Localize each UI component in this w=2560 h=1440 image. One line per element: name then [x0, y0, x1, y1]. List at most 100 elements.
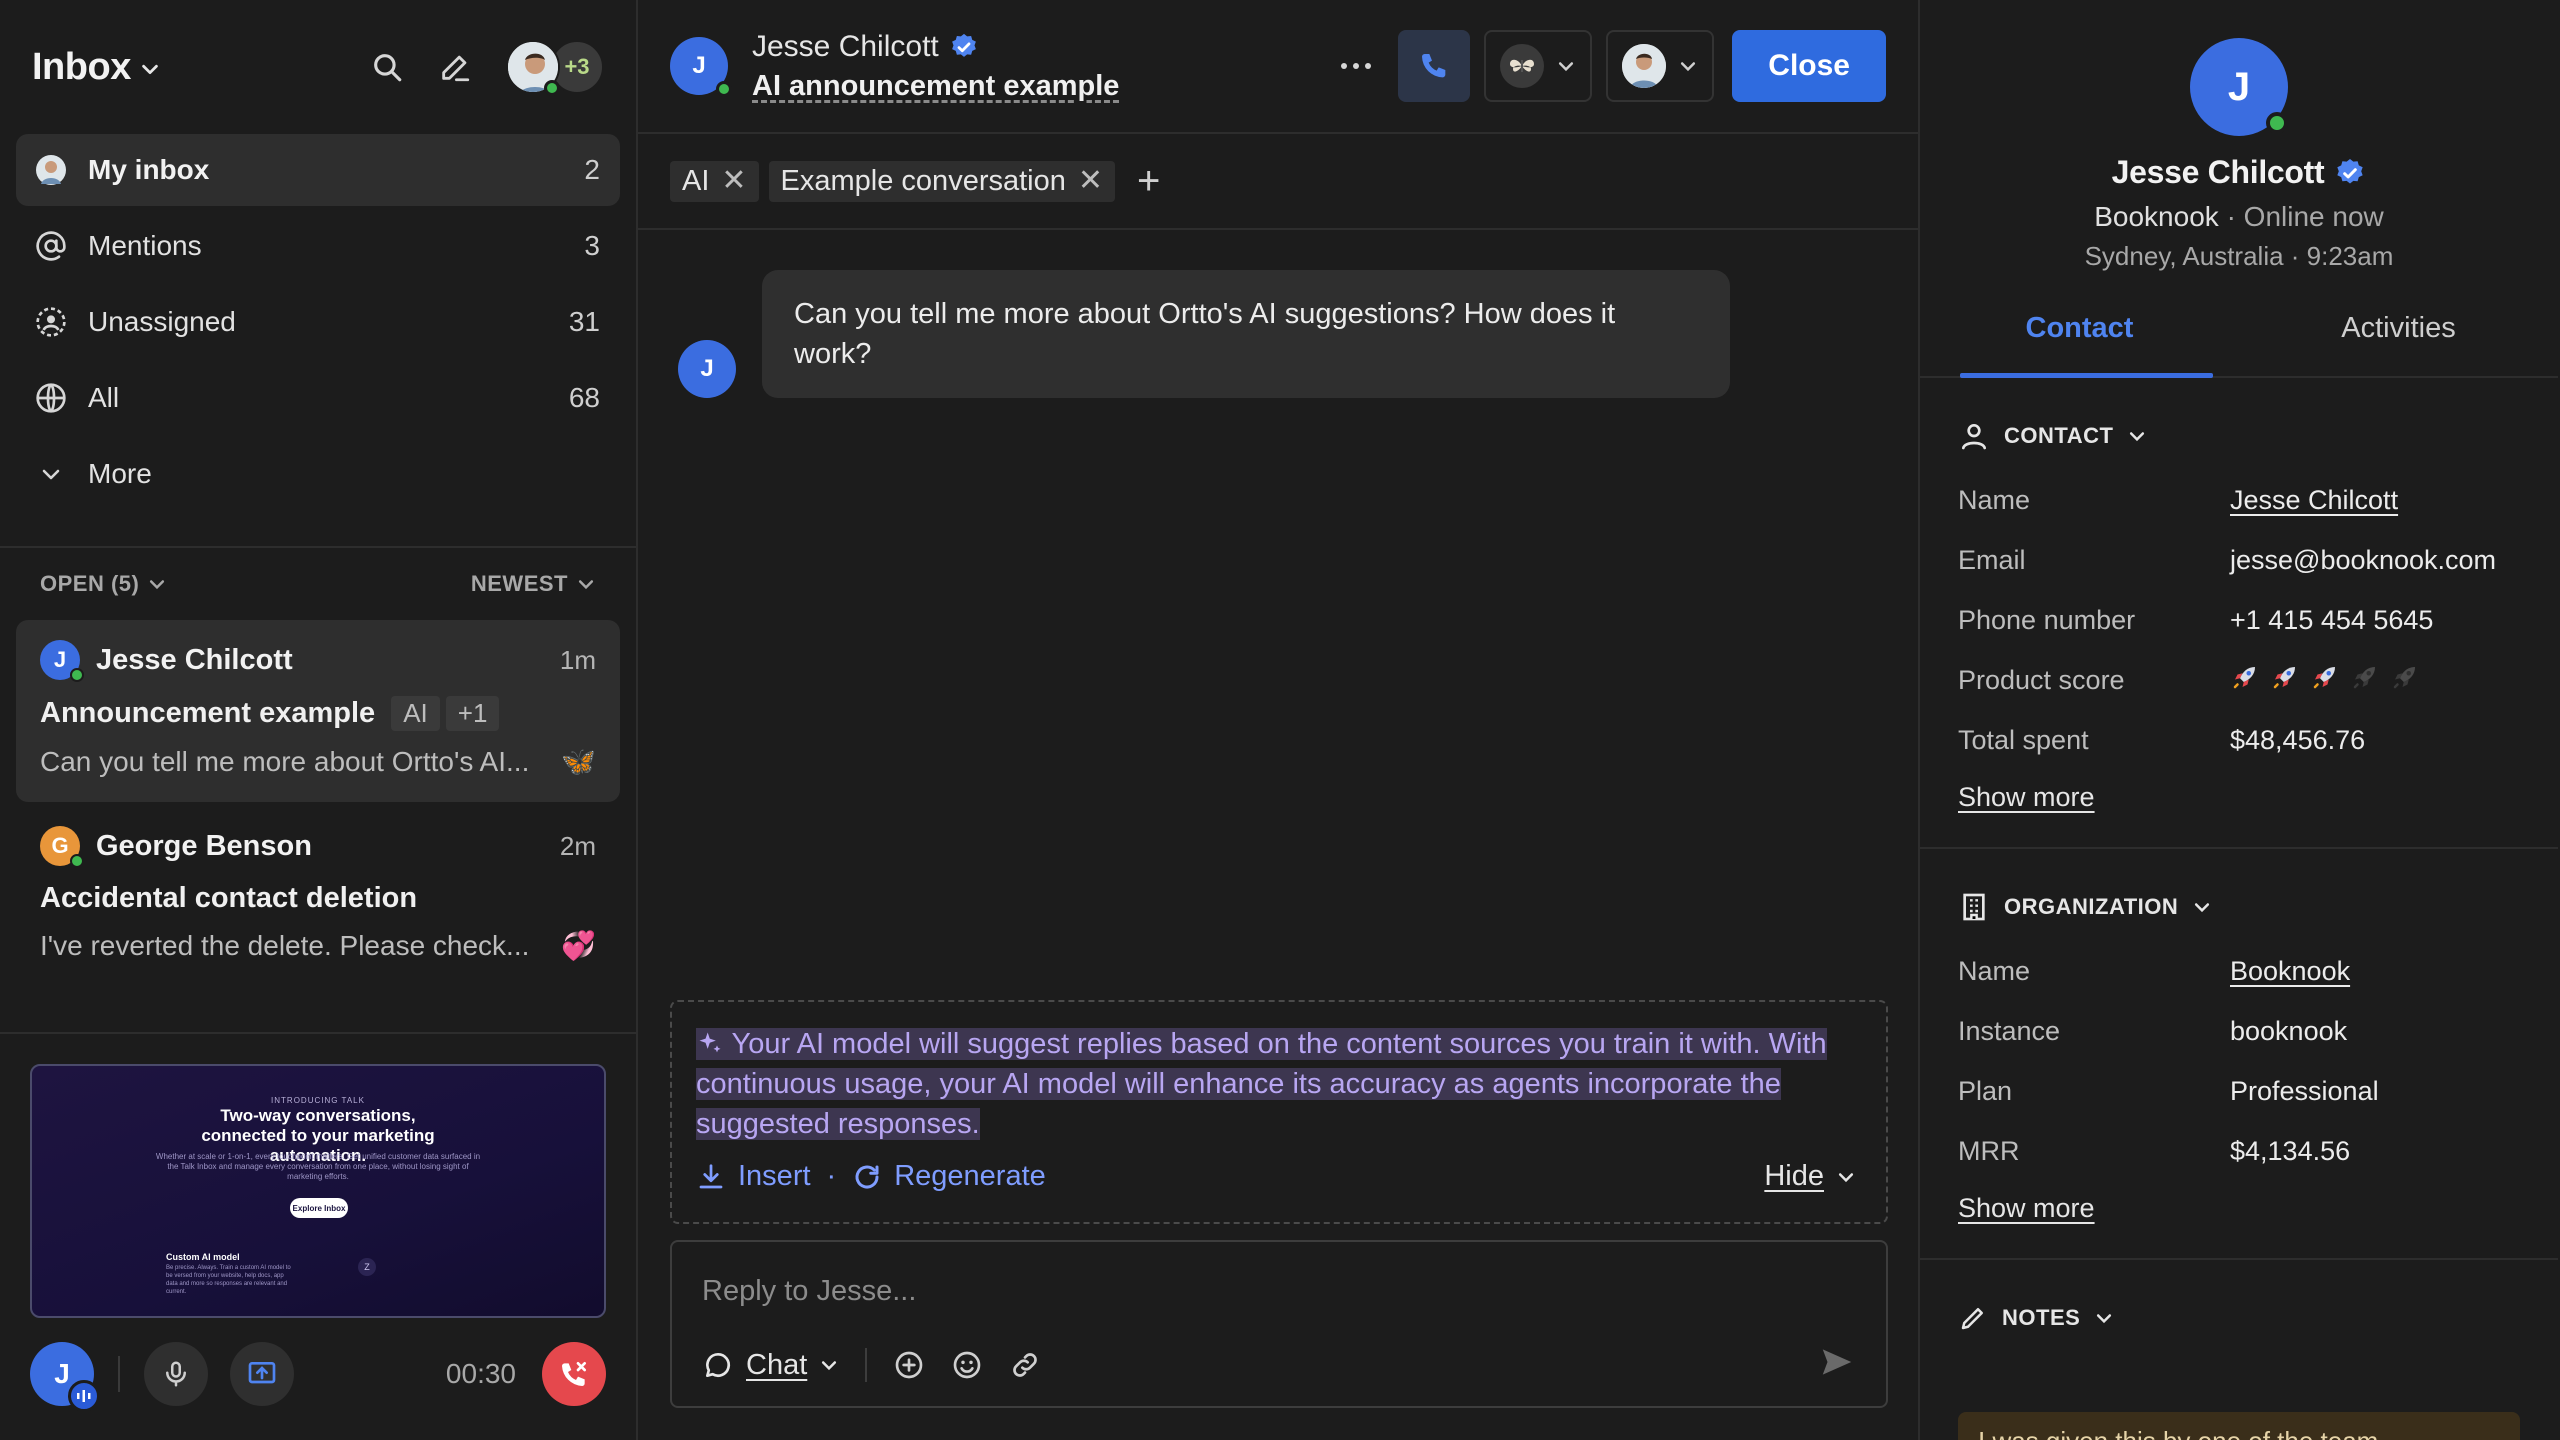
team-assignee-dropdown[interactable]: [1484, 30, 1593, 102]
section-title: NOTES: [2002, 1305, 2081, 1330]
contact-name: Jesse Chilcott: [752, 29, 939, 63]
add-tag-button[interactable]: +: [1137, 161, 1160, 201]
nav-item-mentions[interactable]: Mentions 3: [16, 210, 620, 282]
reply-input[interactable]: [702, 1242, 1856, 1340]
section-title: ORGANIZATION: [2004, 894, 2179, 919]
share-screen-button[interactable]: [230, 1342, 294, 1406]
online-status-dot: [70, 668, 84, 682]
link-icon[interactable]: [1009, 1349, 1041, 1381]
nav-count: 2: [584, 154, 600, 185]
conversation-tag-more: +1: [445, 696, 500, 731]
details-tabs: Contact Activities: [1920, 306, 2558, 378]
call-controls: J 00:30: [30, 1342, 606, 1412]
nav-label: Mentions: [88, 230, 202, 261]
chevron-down-icon: [142, 64, 158, 75]
regenerate-suggestion-button[interactable]: Regenerate: [852, 1160, 1046, 1193]
microphone-button[interactable]: [144, 1342, 208, 1406]
avatar-initial: J: [700, 355, 714, 382]
contact-company: Booknook: [2094, 201, 2219, 232]
field-value: Professional: [2230, 1075, 2379, 1106]
field-phone: Phone number +1 415 454 5645: [1958, 590, 2520, 650]
preview-subbody: Be precise. Always. Train a custom AI mo…: [166, 1265, 291, 1295]
nav-item-unassigned[interactable]: Unassigned 31: [16, 286, 620, 358]
nav-item-all[interactable]: All 68: [16, 362, 620, 434]
contact-name-link[interactable]: Jesse Chilcott: [2230, 485, 2398, 516]
rocket-filled-icon: [2270, 662, 2300, 699]
avatar-initial: J: [53, 647, 67, 672]
pencil-icon: [1961, 1308, 1983, 1330]
send-icon[interactable]: [1818, 1343, 1856, 1388]
chevron-down-icon: [2130, 432, 2145, 442]
nav-label: More: [88, 458, 152, 489]
hide-suggestion-button[interactable]: Hide: [1764, 1160, 1856, 1193]
close-conversation-button[interactable]: Close: [1732, 30, 1886, 102]
remove-tag-icon[interactable]: ✕: [721, 166, 746, 196]
separator: ·: [826, 1160, 837, 1192]
tab-contact[interactable]: Contact: [1920, 306, 2239, 378]
preview-subtitle: Custom AI model: [166, 1252, 240, 1262]
chevron-down-icon: [150, 580, 165, 590]
agent-assignee-dropdown[interactable]: [1606, 30, 1715, 102]
nav-item-my-inbox[interactable]: My inbox 2: [16, 134, 620, 206]
sort-label: NEWEST: [470, 571, 568, 596]
conversation-item[interactable]: G George Benson 2m Accidental contact de…: [16, 806, 620, 988]
tab-activities[interactable]: Activities: [2239, 306, 2558, 376]
add-attachment-icon[interactable]: [893, 1349, 925, 1381]
contact-status: Online now: [2243, 201, 2384, 232]
call-button[interactable]: [1398, 30, 1471, 102]
field-label: MRR: [1958, 1135, 2020, 1166]
status-filter-label: OPEN (5): [40, 571, 140, 596]
chat-bubble-icon: [706, 1352, 731, 1377]
chevron-down-icon: [2097, 1314, 2112, 1324]
inbox-switcher[interactable]: Inbox: [32, 46, 161, 89]
contact-avatar: J: [40, 640, 84, 682]
message-thread: J Can you tell me more about Ortto's AI …: [638, 270, 1918, 398]
butterfly-icon: [1510, 59, 1535, 72]
agent-avatar: [1622, 44, 1667, 88]
butterfly-icon: 🦋: [561, 746, 596, 777]
conversation-subject[interactable]: AI announcement example: [752, 70, 1119, 103]
conversation-item[interactable]: J Jesse Chilcott 1m Announcement example…: [16, 620, 620, 802]
conversation-contact-name: Jesse Chilcott: [96, 643, 293, 676]
search-icon[interactable]: [370, 50, 404, 84]
team-avatars[interactable]: +3: [506, 40, 604, 96]
globe-icon: [34, 382, 68, 414]
chevron-down-icon: [822, 1361, 837, 1371]
chevron-down-icon: [578, 580, 594, 590]
sort-selector[interactable]: NEWEST: [471, 571, 596, 597]
chevron-down-icon: [2195, 903, 2210, 913]
insert-suggestion-button[interactable]: Insert: [696, 1160, 811, 1193]
rocket-filled-icon: [2310, 662, 2340, 699]
note-card[interactable]: I was given this by one of the team...: [1958, 1412, 2520, 1440]
compose-icon[interactable]: [438, 50, 472, 84]
end-call-button[interactable]: [542, 1342, 606, 1406]
show-more-contact-link[interactable]: Show more: [1958, 782, 2095, 813]
contact-section-header[interactable]: CONTACT: [1958, 418, 2520, 454]
organization-name-link[interactable]: Booknook: [2230, 956, 2350, 987]
notes-section-header[interactable]: NOTES: [1958, 1300, 2520, 1336]
preview-kicker: INTRODUCING TALK: [271, 1096, 365, 1105]
field-label: Phone number: [1958, 604, 2136, 635]
nav-item-more[interactable]: More: [16, 438, 620, 510]
status-filter[interactable]: OPEN (5): [40, 571, 167, 597]
field-product-score: Product score: [1958, 650, 2520, 710]
more-options-icon[interactable]: [1328, 38, 1384, 94]
chevron-down-icon: [1681, 62, 1696, 72]
screen-share-preview[interactable]: INTRODUCING TALK Two-way conversations, …: [30, 1064, 606, 1318]
organization-section-header[interactable]: ORGANIZATION: [1958, 889, 2520, 925]
chevron-down-icon: [1838, 1172, 1854, 1182]
field-name: Name Jesse Chilcott: [1958, 470, 2520, 530]
reply-composer: Chat: [670, 1240, 1888, 1408]
rocket-filled-icon: [2230, 662, 2260, 699]
field-label: Email: [1958, 544, 2026, 575]
nav-count: 3: [584, 230, 600, 261]
rocket-empty-icon: [2350, 662, 2380, 699]
tag-chip: AI ✕: [670, 160, 759, 202]
show-more-organization-link[interactable]: Show more: [1958, 1193, 2095, 1224]
conversation-subject: Announcement example: [40, 697, 376, 729]
divider: [865, 1348, 868, 1382]
emoji-icon[interactable]: [951, 1349, 983, 1381]
contact-details-panel: J Jesse Chilcott Booknook · Online now S…: [1920, 0, 2558, 1440]
remove-tag-icon[interactable]: ✕: [1078, 166, 1103, 196]
channel-selector[interactable]: Chat: [702, 1349, 839, 1382]
